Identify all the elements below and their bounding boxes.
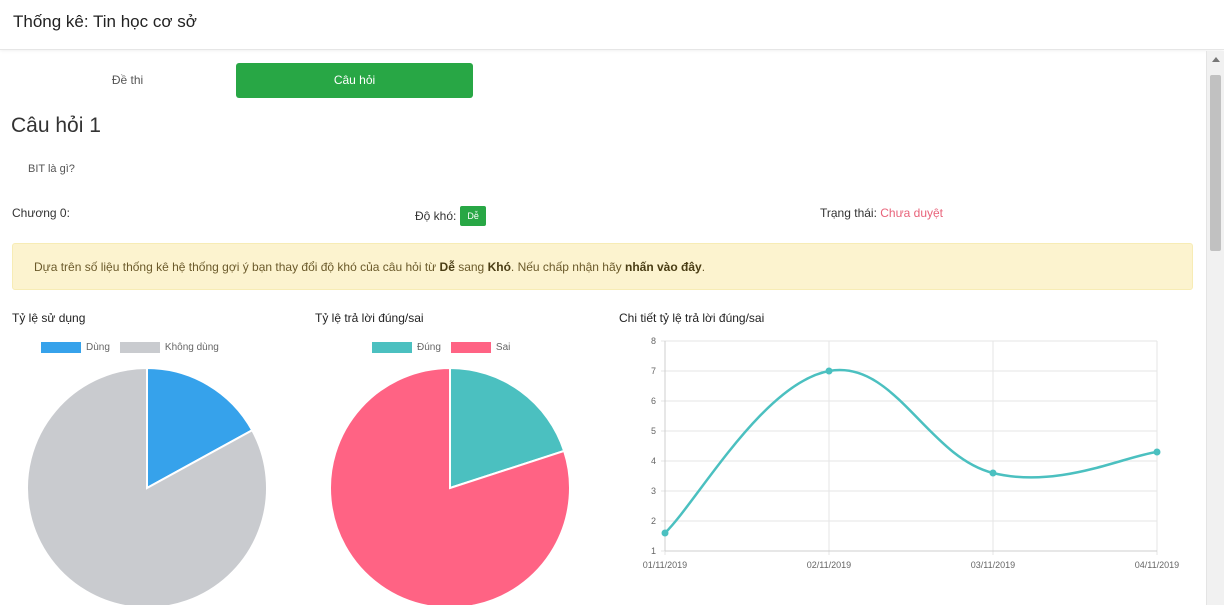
y-tick-label-5: 6: [651, 396, 656, 406]
legend-swatch-used: [41, 342, 81, 353]
main-content: Đề thi Câu hỏi Câu hỏi 1 BIT là gì? Chươ…: [0, 51, 1206, 605]
legend-swatch-correct: [372, 342, 412, 353]
x-tick-label-2: 03/11/2019: [971, 560, 1015, 570]
tab-exam[interactable]: Đề thi: [20, 63, 235, 98]
data-point-3[interactable]: [1153, 448, 1161, 456]
legend-label-wrong: Sai: [495, 342, 511, 353]
detail-line-chart: 1 2 3 4 5 6 7 8 01/11/2019 02/11/2019 03/11/2019 04…: [643, 336, 1179, 570]
data-point-0[interactable]: [661, 529, 669, 537]
ratio-chart-title: Tỷ lệ trả lời đúng/sai: [315, 311, 424, 325]
page-title: Thống kê: Tin học cơ sở: [13, 12, 197, 31]
y-tick-label-2: 3: [651, 486, 656, 496]
vertical-scrollbar[interactable]: [1206, 51, 1224, 605]
scrollbar-thumb[interactable]: [1210, 75, 1221, 251]
legend-label-used: Dùng: [86, 342, 110, 353]
alert-to: Khó: [487, 260, 511, 274]
legend-label-correct: Đúng: [417, 342, 441, 353]
y-tick-label-3: 4: [651, 456, 656, 466]
status: Trạng thái: Chưa duyệt: [820, 206, 943, 220]
difficulty: Độ khó: Dễ: [415, 206, 486, 226]
y-tick-label-1: 2: [651, 516, 656, 526]
x-tick-label-0: 01/11/2019: [643, 560, 687, 570]
ratio-pie-chart: [329, 366, 571, 605]
scroll-up-icon[interactable]: [1212, 57, 1220, 62]
series-line: [664, 368, 1158, 534]
legend-swatch-unused: [119, 342, 160, 353]
data-point-1[interactable]: [825, 367, 833, 375]
y-tick-label-4: 5: [651, 426, 656, 436]
suggestion-alert: Dựa trên số liệu thống kê hệ thống gợi ý…: [12, 243, 1193, 290]
alert-text-2: sang: [454, 260, 488, 274]
alert-text-3: . Nếu chấp nhận hãy: [510, 260, 625, 274]
data-point-2[interactable]: [989, 469, 997, 477]
legend-swatch-wrong: [450, 342, 491, 353]
usage-legend: Dùng Không dùng: [41, 342, 229, 353]
legend-item-correct[interactable]: Đúng: [372, 342, 441, 353]
y-tick-label-7: 8: [651, 336, 656, 346]
top-bar: Thống kê: Tin học cơ sở: [0, 0, 1224, 50]
legend-item-unused[interactable]: Không dùng: [119, 342, 219, 353]
accept-suggestion-link[interactable]: nhấn vào đây: [625, 260, 702, 274]
y-tick-label-6: 7: [651, 366, 656, 376]
ratio-legend: Đúng Sai: [372, 342, 520, 353]
alert-text-1: Dựa trên số liệu thống kê hệ thống gợi ý…: [34, 260, 440, 274]
question-text: BIT là gì?: [28, 163, 75, 175]
legend-label-unused: Không dùng: [164, 342, 219, 353]
alert-text-4: .: [701, 260, 706, 274]
status-label: Trạng thái:: [820, 206, 877, 220]
alert-from: Dễ: [439, 260, 455, 274]
x-tick-label-1: 02/11/2019: [807, 560, 851, 570]
legend-item-used[interactable]: Dùng: [41, 342, 110, 353]
x-tick-label-3: 04/11/2019: [1135, 560, 1179, 570]
difficulty-label: Độ khó:: [415, 209, 457, 223]
usage-pie-chart: [26, 366, 268, 605]
difficulty-badge: Dễ: [460, 206, 486, 226]
legend-item-wrong[interactable]: Sai: [450, 342, 511, 353]
chapter-label: Chương 0:: [12, 206, 70, 220]
tab-question[interactable]: Câu hỏi: [236, 63, 473, 98]
y-tick-label-0: 1: [651, 546, 656, 556]
detail-chart-title: Chi tiết tỷ lệ trả lời đúng/sai: [619, 311, 765, 325]
question-title: Câu hỏi 1: [11, 114, 101, 137]
status-value: Chưa duyệt: [880, 206, 944, 220]
usage-chart-title: Tỷ lệ sử dụng: [12, 311, 86, 325]
